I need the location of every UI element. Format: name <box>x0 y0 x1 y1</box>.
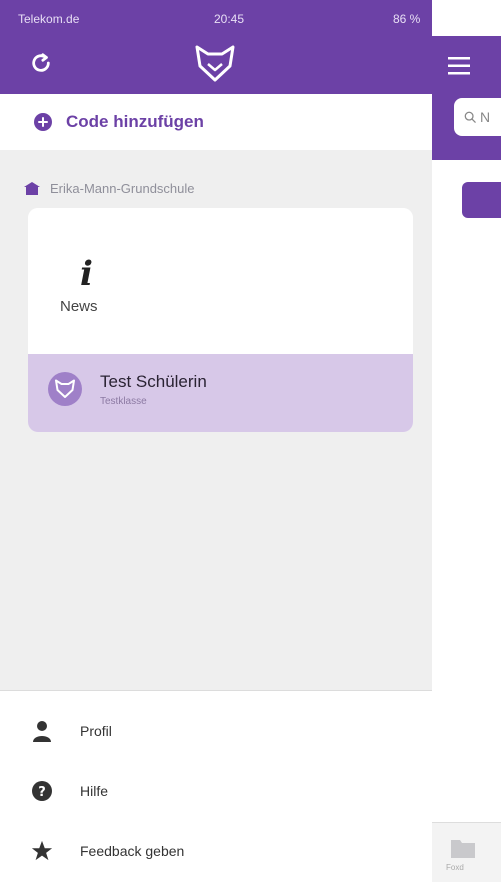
fox-logo-icon <box>194 44 236 84</box>
menu-item-profile[interactable]: Profil <box>0 703 432 759</box>
hamburger-menu-button[interactable] <box>448 56 472 76</box>
help-label: Hilfe <box>80 783 109 799</box>
student-item[interactable]: Test Schülerin Testklasse <box>28 354 413 432</box>
clock: 20:45 <box>214 12 245 26</box>
carrier-label: Telekom.de <box>18 12 80 26</box>
add-code-label: Code hinzufügen <box>66 112 204 131</box>
refresh-icon <box>32 53 50 72</box>
profile-label: Profil <box>80 723 112 739</box>
menu-item-help[interactable]: ? Hilfe <box>0 763 432 819</box>
news-label: News <box>60 298 98 315</box>
news-item[interactable]: i News <box>28 208 413 354</box>
school-name: Erika-Mann-Grundschule <box>50 180 195 196</box>
feedback-label: Feedback geben <box>80 843 185 859</box>
drawer-menu: Profil ? Hilfe Feedback geben <box>0 690 432 882</box>
main-screen-peek: N Foxd <box>432 0 501 882</box>
main-action-button[interactable] <box>462 182 501 218</box>
add-code-button[interactable]: Code hinzufügen <box>0 94 432 150</box>
search-input[interactable]: N <box>454 98 501 136</box>
main-header: N <box>432 36 501 160</box>
school-building-icon <box>24 181 40 195</box>
help-circle-icon: ? <box>30 779 54 803</box>
refresh-button[interactable] <box>26 48 56 78</box>
plus-circle-icon <box>34 113 52 131</box>
fox-avatar-icon <box>48 372 82 406</box>
navigation-drawer: Code hinzufügen Erika-Mann-Grundschule i… <box>0 94 433 882</box>
tab-label: Foxd <box>446 863 464 872</box>
svg-text:?: ? <box>38 785 46 800</box>
menu-item-feedback[interactable]: Feedback geben <box>0 823 432 879</box>
student-name: Test Schülerin <box>100 372 207 391</box>
hamburger-icon <box>448 57 470 75</box>
battery-label: 86 % <box>393 12 421 26</box>
student-class: Testklasse <box>100 396 147 407</box>
person-icon <box>30 719 54 743</box>
top-bar: Telekom.de 20:45 86 % <box>0 0 501 94</box>
bottom-tab-bar: Foxd <box>432 822 501 882</box>
search-placeholder: N <box>480 109 491 125</box>
school-header: Erika-Mann-Grundschule <box>24 178 195 198</box>
drawer-header <box>0 36 432 94</box>
info-icon: i <box>80 254 93 294</box>
school-card: i News Test Schülerin Testklasse <box>28 208 413 432</box>
star-icon <box>30 839 54 863</box>
search-icon <box>464 111 476 123</box>
folder-icon[interactable] <box>450 837 476 859</box>
status-bar: Telekom.de 20:45 86 % <box>0 0 501 36</box>
